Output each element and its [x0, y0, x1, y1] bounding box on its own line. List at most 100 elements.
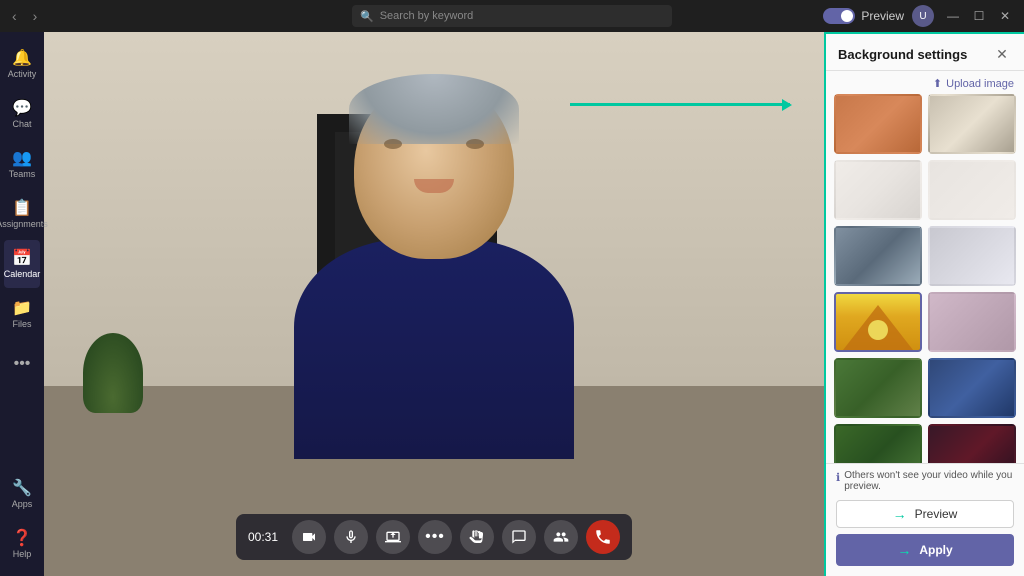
preview-toggle-switch[interactable]: [823, 8, 855, 24]
sidebar-item-label: Files: [12, 320, 31, 330]
upload-image-button[interactable]: ⬆ Upload image: [933, 77, 1014, 90]
bg-thumb-inner: [836, 96, 920, 152]
bg-settings-panel: Background settings ✕ ⬆ Upload image: [824, 32, 1024, 576]
upload-row: ⬆ Upload image: [826, 71, 1024, 94]
sidebar-item-activity[interactable]: 🔔 Activity: [4, 40, 40, 88]
bg-thumb-8[interactable]: [928, 292, 1016, 352]
arrow-annotation: [570, 95, 790, 115]
bg-thumb-2[interactable]: [928, 94, 1016, 154]
bg-thumb-4[interactable]: [928, 160, 1016, 220]
bg-thumb-10[interactable]: [928, 358, 1016, 418]
sidebar-item-label: Apps: [12, 500, 33, 510]
title-bar-left: ‹ ›: [0, 4, 41, 28]
person-head: [354, 79, 514, 259]
preview-toggle[interactable]: Preview: [823, 8, 904, 24]
bg-thumb-11[interactable]: [834, 424, 922, 463]
end-call-button[interactable]: [586, 520, 620, 554]
sidebar-bottom: 🔧 Apps ❓ Help: [4, 470, 40, 576]
preview-note: ℹ Others won't see your video while you …: [836, 470, 1014, 492]
more-icon: •••: [14, 355, 31, 373]
title-bar-right: Preview U — ☐ ✕: [823, 5, 1024, 27]
search-icon: 🔍: [360, 10, 374, 23]
arrow-line: [570, 103, 790, 106]
sidebar-item-label: Teams: [9, 170, 36, 180]
person-body: [294, 239, 574, 459]
bg-thumb-inner: [930, 360, 1014, 416]
sidebar-item-label: Assignments: [0, 220, 48, 230]
bg-thumb-3[interactable]: [834, 160, 922, 220]
person: [122, 59, 746, 494]
bg-thumb-inner: [930, 294, 1014, 350]
panel-header: Background settings ✕: [826, 34, 1024, 71]
bg-thumb-inner: [836, 426, 920, 463]
sidebar-item-assignments[interactable]: 📋 Assignments: [4, 190, 40, 238]
bg-thumb-9[interactable]: [834, 358, 922, 418]
mic-button[interactable]: [334, 520, 368, 554]
teams-icon: 👥: [12, 148, 32, 168]
preview-note-text: Others won't see your video while you pr…: [844, 470, 1014, 492]
sidebar-item-label: Calendar: [4, 270, 41, 280]
call-timer: 00:31: [248, 530, 284, 544]
panel-close-button[interactable]: ✕: [992, 44, 1012, 64]
bg-thumb-inner: [930, 96, 1014, 152]
bg-thumb-inner: [836, 360, 920, 416]
bg-thumb-inner: [836, 162, 920, 218]
bg-thumb-5[interactable]: [834, 226, 922, 286]
panel-title: Background settings: [838, 47, 967, 62]
sidebar-item-teams[interactable]: 👥 Teams: [4, 140, 40, 188]
apply-button-label: Apply: [919, 543, 952, 557]
more-options-button[interactable]: •••: [418, 520, 452, 554]
back-arrow-icon[interactable]: ‹: [8, 4, 21, 28]
help-icon: ❓: [12, 528, 32, 548]
files-icon: 📁: [12, 298, 32, 318]
participants-button[interactable]: [544, 520, 578, 554]
bg-thumb-1[interactable]: [834, 94, 922, 154]
title-bar: ‹ › 🔍 Search by keyword Preview U — ☐ ✕: [0, 0, 1024, 32]
background-grid: [826, 94, 1024, 463]
arrow-head: [782, 99, 792, 111]
sidebar-item-chat[interactable]: 💬 Chat: [4, 90, 40, 138]
apply-arrow-icon: →: [897, 542, 911, 558]
sidebar-item-more[interactable]: •••: [4, 340, 40, 388]
calendar-icon: 📅: [12, 248, 32, 268]
bg-thumb-inner: [930, 426, 1014, 463]
bg-thumb-7[interactable]: [834, 292, 922, 352]
apply-button[interactable]: → Apply: [836, 534, 1014, 566]
chat-button[interactable]: [502, 520, 536, 554]
assignments-icon: 📋: [12, 198, 32, 218]
share-screen-button[interactable]: [376, 520, 410, 554]
info-icon: ℹ: [836, 471, 840, 484]
minimize-button[interactable]: —: [942, 5, 964, 27]
bg-thumb-inner: [930, 162, 1014, 218]
forward-arrow-icon[interactable]: ›: [29, 4, 42, 28]
panel-footer: ℹ Others won't see your video while you …: [826, 463, 1024, 576]
preview-button-label: Preview: [915, 507, 958, 521]
preview-arrow-icon: →: [893, 506, 907, 522]
sidebar-item-apps[interactable]: 🔧 Apps: [4, 470, 40, 518]
search-bar[interactable]: 🔍 Search by keyword: [352, 5, 672, 27]
camera-button[interactable]: [292, 520, 326, 554]
sidebar-item-files[interactable]: 📁 Files: [4, 290, 40, 338]
controls-bar: 00:31 •••: [236, 514, 632, 560]
upload-icon: ⬆: [933, 77, 942, 90]
bg-thumb-inner: [836, 294, 920, 350]
avatar[interactable]: U: [912, 5, 934, 27]
preview-button[interactable]: → Preview: [836, 500, 1014, 528]
sidebar-item-calendar[interactable]: 📅 Calendar: [4, 240, 40, 288]
close-button[interactable]: ✕: [994, 5, 1016, 27]
upload-label: Upload image: [946, 78, 1014, 90]
window-controls: — ☐ ✕: [942, 5, 1016, 27]
sidebar: 🔔 Activity 💬 Chat 👥 Teams 📋 Assignments …: [0, 32, 44, 576]
sidebar-item-help[interactable]: ❓ Help: [4, 520, 40, 568]
activity-icon: 🔔: [12, 48, 32, 68]
sidebar-item-label: Help: [13, 550, 32, 560]
preview-toggle-label: Preview: [861, 9, 904, 23]
bg-thumb-inner: [930, 228, 1014, 284]
bg-thumb-inner: [836, 228, 920, 284]
sidebar-item-label: Chat: [12, 120, 31, 130]
maximize-button[interactable]: ☐: [968, 5, 990, 27]
bg-thumb-12[interactable]: [928, 424, 1016, 463]
search-placeholder: Search by keyword: [380, 10, 474, 22]
bg-thumb-6[interactable]: [928, 226, 1016, 286]
raise-hand-button[interactable]: [460, 520, 494, 554]
